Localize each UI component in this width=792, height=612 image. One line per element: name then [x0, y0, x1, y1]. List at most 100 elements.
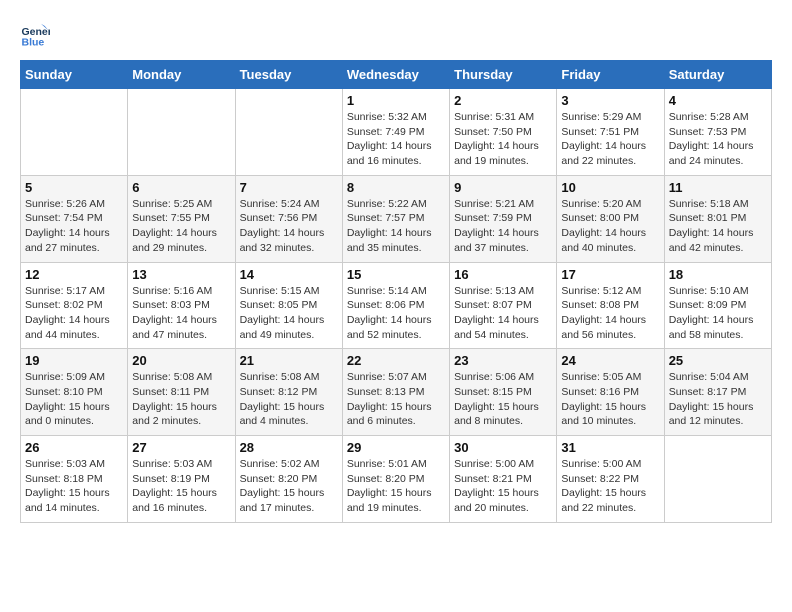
- logo: General Blue: [20, 20, 54, 50]
- day-number: 15: [347, 267, 445, 282]
- calendar-cell: 28Sunrise: 5:02 AM Sunset: 8:20 PM Dayli…: [235, 436, 342, 523]
- day-number: 14: [240, 267, 338, 282]
- calendar-cell: 16 Sunrise: 5:13 AM Sunset: 8:07 PM Dayli…: [450, 262, 557, 349]
- day-number: 24: [561, 353, 659, 368]
- calendar-cell: 25 Sunrise: 5:04 AM Sunset: 8:17 PM Dayli…: [664, 349, 771, 436]
- calendar-week-row: 12 Sunrise: 5:17 AM Sunset: 8:02 PM Dayli…: [21, 262, 772, 349]
- day-number: 2: [454, 93, 552, 108]
- day-info: Sunrise: 5:04 AM Sunset: 8:17 PM Dayligh…: [669, 370, 767, 429]
- day-info: Sunrise: 5:09 AM Sunset: 8:10 PM Dayligh…: [25, 370, 123, 429]
- calendar-table: SundayMondayTuesdayWednesdayThursdayFrid…: [20, 60, 772, 523]
- day-number: 18: [669, 267, 767, 282]
- header-thursday: Thursday: [450, 61, 557, 89]
- day-number: 25: [669, 353, 767, 368]
- calendar-cell: 18 Sunrise: 5:10 AM Sunset: 8:09 PM Dayli…: [664, 262, 771, 349]
- calendar-header-row: SundayMondayTuesdayWednesdayThursdayFrid…: [21, 61, 772, 89]
- day-number: 1: [347, 93, 445, 108]
- day-info: Sunrise: 5:12 AM Sunset: 8:08 PM Dayligh…: [561, 284, 659, 343]
- day-info: Sunrise: 5:26 AM Sunset: 7:54 PM Dayligh…: [25, 197, 123, 256]
- calendar-cell: 30 Sunrise: 5:00 AM Sunset: 8:21 PM Dayli…: [450, 436, 557, 523]
- header-tuesday: Tuesday: [235, 61, 342, 89]
- day-info: Sunrise: 5:00 AM Sunset: 8:21 PM Dayligh…: [454, 457, 552, 516]
- day-info: Sunrise: 5:13 AM Sunset: 8:07 PM Dayligh…: [454, 284, 552, 343]
- day-number: 9: [454, 180, 552, 195]
- calendar-cell: 2 Sunrise: 5:31 AM Sunset: 7:50 PM Daylig…: [450, 89, 557, 176]
- calendar-cell: 6 Sunrise: 5:25 AM Sunset: 7:55 PM Daylig…: [128, 175, 235, 262]
- day-info: Sunrise: 5:02 AM Sunset: 8:20 PM Dayligh…: [240, 457, 338, 516]
- calendar-cell: [128, 89, 235, 176]
- calendar-cell: 12 Sunrise: 5:17 AM Sunset: 8:02 PM Dayli…: [21, 262, 128, 349]
- header-wednesday: Wednesday: [342, 61, 449, 89]
- day-number: 16: [454, 267, 552, 282]
- calendar-cell: 27 Sunrise: 5:03 AM Sunset: 8:19 PM Dayli…: [128, 436, 235, 523]
- day-number: 6: [132, 180, 230, 195]
- day-number: 12: [25, 267, 123, 282]
- day-number: 11: [669, 180, 767, 195]
- day-info: Sunrise: 5:17 AM Sunset: 8:02 PM Dayligh…: [25, 284, 123, 343]
- day-number: 7: [240, 180, 338, 195]
- calendar-cell: 11 Sunrise: 5:18 AM Sunset: 8:01 PM Dayli…: [664, 175, 771, 262]
- day-info: Sunrise: 5:14 AM Sunset: 8:06 PM Dayligh…: [347, 284, 445, 343]
- day-number: 20: [132, 353, 230, 368]
- day-info: Sunrise: 5:22 AM Sunset: 7:57 PM Dayligh…: [347, 197, 445, 256]
- day-number: 10: [561, 180, 659, 195]
- day-info: Sunrise: 5:16 AM Sunset: 8:03 PM Dayligh…: [132, 284, 230, 343]
- calendar-cell: 7 Sunrise: 5:24 AM Sunset: 7:56 PM Daylig…: [235, 175, 342, 262]
- calendar-cell: 14 Sunrise: 5:15 AM Sunset: 8:05 PM Dayli…: [235, 262, 342, 349]
- calendar-cell: [21, 89, 128, 176]
- day-info: Sunrise: 5:08 AM Sunset: 8:11 PM Dayligh…: [132, 370, 230, 429]
- day-number: 31: [561, 440, 659, 455]
- day-info: Sunrise: 5:28 AM Sunset: 7:53 PM Dayligh…: [669, 110, 767, 169]
- day-info: Sunrise: 5:15 AM Sunset: 8:05 PM Dayligh…: [240, 284, 338, 343]
- calendar-cell: 21Sunrise: 5:08 AM Sunset: 8:12 PM Dayli…: [235, 349, 342, 436]
- day-info: Sunrise: 5:05 AM Sunset: 8:16 PM Dayligh…: [561, 370, 659, 429]
- day-info: Sunrise: 5:31 AM Sunset: 7:50 PM Dayligh…: [454, 110, 552, 169]
- day-info: Sunrise: 5:03 AM Sunset: 8:19 PM Dayligh…: [132, 457, 230, 516]
- calendar-cell: 19 Sunrise: 5:09 AM Sunset: 8:10 PM Dayli…: [21, 349, 128, 436]
- day-info: Sunrise: 5:32 AM Sunset: 7:49 PM Dayligh…: [347, 110, 445, 169]
- header-monday: Monday: [128, 61, 235, 89]
- calendar-cell: 17Sunrise: 5:12 AM Sunset: 8:08 PM Dayli…: [557, 262, 664, 349]
- day-info: Sunrise: 5:20 AM Sunset: 8:00 PM Dayligh…: [561, 197, 659, 256]
- calendar-cell: 31 Sunrise: 5:00 AM Sunset: 8:22 PM Dayli…: [557, 436, 664, 523]
- svg-text:Blue: Blue: [22, 37, 45, 49]
- calendar-cell: 13 Sunrise: 5:16 AM Sunset: 8:03 PM Dayli…: [128, 262, 235, 349]
- header-saturday: Saturday: [664, 61, 771, 89]
- calendar-cell: 10 Sunrise: 5:20 AM Sunset: 8:00 PM Dayli…: [557, 175, 664, 262]
- day-info: Sunrise: 5:24 AM Sunset: 7:56 PM Dayligh…: [240, 197, 338, 256]
- day-info: Sunrise: 5:21 AM Sunset: 7:59 PM Dayligh…: [454, 197, 552, 256]
- calendar-cell: 8 Sunrise: 5:22 AM Sunset: 7:57 PM Daylig…: [342, 175, 449, 262]
- day-info: Sunrise: 5:10 AM Sunset: 8:09 PM Dayligh…: [669, 284, 767, 343]
- day-info: Sunrise: 5:00 AM Sunset: 8:22 PM Dayligh…: [561, 457, 659, 516]
- calendar-cell: 22 Sunrise: 5:07 AM Sunset: 8:13 PM Dayli…: [342, 349, 449, 436]
- day-info: Sunrise: 5:07 AM Sunset: 8:13 PM Dayligh…: [347, 370, 445, 429]
- calendar-week-row: 1 Sunrise: 5:32 AM Sunset: 7:49 PM Daylig…: [21, 89, 772, 176]
- calendar-cell: [664, 436, 771, 523]
- day-number: 5: [25, 180, 123, 195]
- calendar-week-row: 19 Sunrise: 5:09 AM Sunset: 8:10 PM Dayli…: [21, 349, 772, 436]
- day-number: 13: [132, 267, 230, 282]
- day-number: 27: [132, 440, 230, 455]
- day-info: Sunrise: 5:06 AM Sunset: 8:15 PM Dayligh…: [454, 370, 552, 429]
- day-info: Sunrise: 5:01 AM Sunset: 8:20 PM Dayligh…: [347, 457, 445, 516]
- day-info: Sunrise: 5:18 AM Sunset: 8:01 PM Dayligh…: [669, 197, 767, 256]
- calendar-cell: 1 Sunrise: 5:32 AM Sunset: 7:49 PM Daylig…: [342, 89, 449, 176]
- day-number: 23: [454, 353, 552, 368]
- header-friday: Friday: [557, 61, 664, 89]
- calendar-cell: 9 Sunrise: 5:21 AM Sunset: 7:59 PM Daylig…: [450, 175, 557, 262]
- calendar-cell: 26Sunrise: 5:03 AM Sunset: 8:18 PM Dayli…: [21, 436, 128, 523]
- day-number: 22: [347, 353, 445, 368]
- day-number: 30: [454, 440, 552, 455]
- day-info: Sunrise: 5:25 AM Sunset: 7:55 PM Dayligh…: [132, 197, 230, 256]
- calendar-cell: 15 Sunrise: 5:14 AM Sunset: 8:06 PM Dayli…: [342, 262, 449, 349]
- day-number: 26: [25, 440, 123, 455]
- day-number: 19: [25, 353, 123, 368]
- day-number: 8: [347, 180, 445, 195]
- calendar-cell: 4Sunrise: 5:28 AM Sunset: 7:53 PM Daylig…: [664, 89, 771, 176]
- day-number: 29: [347, 440, 445, 455]
- calendar-cell: 23 Sunrise: 5:06 AM Sunset: 8:15 PM Dayli…: [450, 349, 557, 436]
- day-number: 3: [561, 93, 659, 108]
- day-info: Sunrise: 5:29 AM Sunset: 7:51 PM Dayligh…: [561, 110, 659, 169]
- logo-icon: General Blue: [20, 20, 50, 50]
- calendar-cell: [235, 89, 342, 176]
